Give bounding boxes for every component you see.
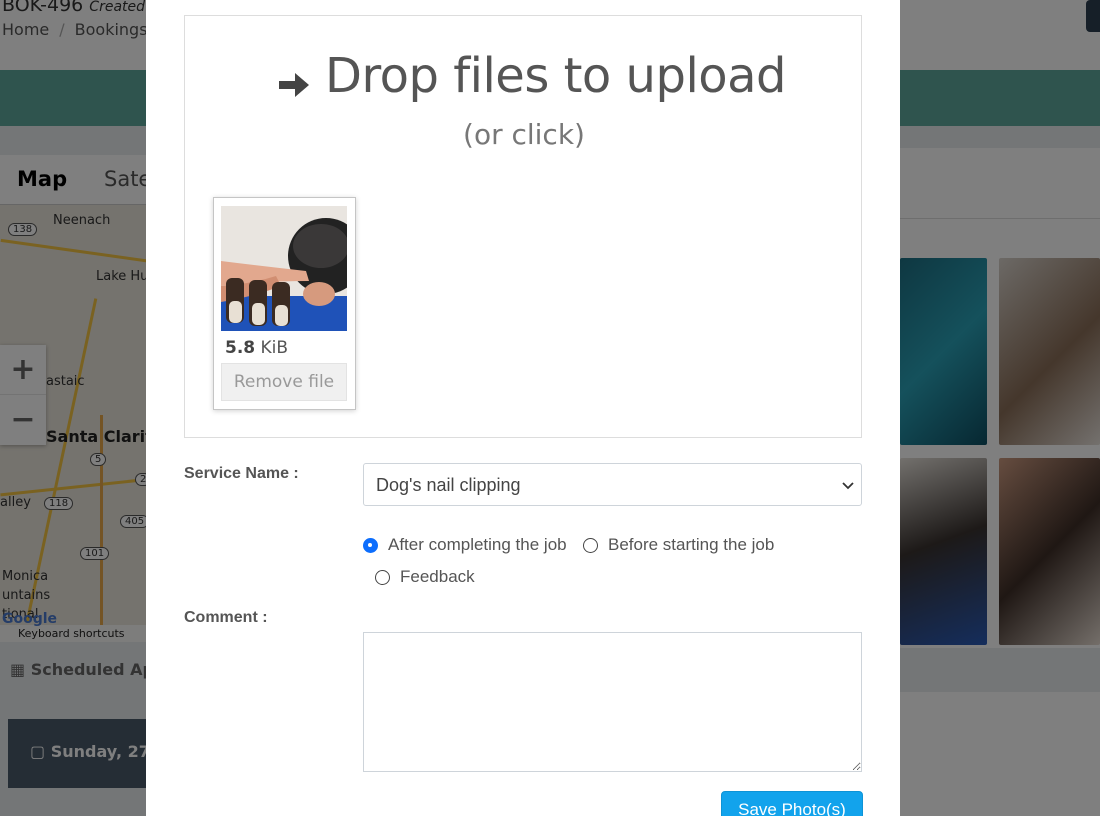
save-photos-button[interactable]: Save Photo(s): [721, 791, 863, 816]
file-preview: 5.8 KiB Remove file: [213, 197, 356, 410]
file-size-value: 5.8: [225, 338, 256, 358]
file-thumbnail: [221, 206, 347, 331]
service-name-select[interactable]: Dog's nail clipping: [363, 463, 862, 506]
file-size-unit: KiB: [260, 338, 289, 358]
radio-button[interactable]: [583, 537, 598, 553]
service-name-label: Service Name :: [184, 465, 299, 482]
comment-textarea[interactable]: [363, 632, 862, 772]
service-name-value: Dog's nail clipping: [376, 475, 521, 495]
radio-label: Before starting the job: [608, 535, 775, 554]
radio-label: After completing the job: [388, 535, 567, 554]
radio-before-starting[interactable]: Before starting the job: [583, 535, 774, 555]
file-dropzone[interactable]: Drop files to upload (or click) 5.8 KiB …: [184, 15, 862, 438]
radio-label: Feedback: [400, 567, 475, 586]
file-size: 5.8 KiB: [225, 338, 288, 358]
dropzone-title: Drop files to upload: [325, 48, 787, 104]
chevron-down-icon: [842, 482, 854, 490]
dropzone-subtitle: (or click): [463, 118, 585, 151]
comment-label: Comment :: [184, 609, 268, 626]
radio-feedback[interactable]: Feedback: [375, 567, 475, 587]
radio-after-completing[interactable]: After completing the job: [363, 535, 567, 555]
radio-button[interactable]: [375, 569, 390, 585]
arrow-right-icon: [279, 73, 309, 97]
radio-button[interactable]: [363, 537, 378, 553]
remove-file-button[interactable]: Remove file: [221, 363, 347, 401]
upload-photo-modal: Drop files to upload (or click) 5.8 KiB …: [146, 0, 900, 816]
